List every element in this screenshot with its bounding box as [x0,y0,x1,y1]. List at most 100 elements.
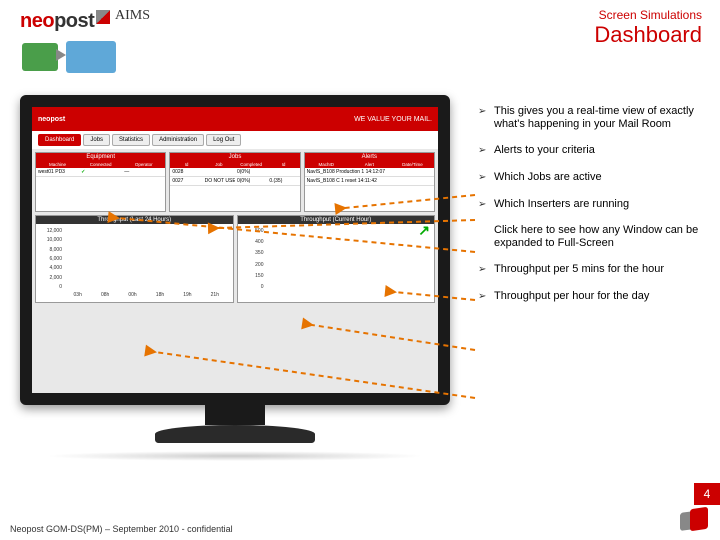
xtick: 18h [146,292,173,302]
table-row: 0028 0(0%) [170,168,299,177]
panel-alerts: Alerts MachID Alert Date/Time NavIS_B108… [304,152,435,212]
nav-jobs[interactable]: Jobs [83,134,110,146]
nav-dashboard[interactable]: Dashboard [38,134,81,146]
bullet-text: Which Jobs are active [494,171,702,184]
stand-neck [205,405,265,425]
col-id2: Id [267,161,299,168]
ytick: 500 [238,228,264,234]
footer-text: Neopost GOM-DS(PM) – September 2010 - co… [10,524,233,534]
col-machine: Machine [36,161,79,168]
col-datetime: Date/Time [391,161,434,168]
logo-part2: post [54,10,94,32]
ytick: 150 [238,273,264,279]
chart-throughput-24h: Throughput (Last 24 Hours) 12,000 10,000… [35,215,234,303]
monitor-stand [170,405,300,455]
graphic-box-green [22,43,58,71]
chart-throughput-hour: Throughput (Current Hour) 500 400 350 20… [237,215,436,303]
panel-equipment-title: Equipment [36,153,165,161]
chart-24h-body: 12,000 10,000 8,000 6,000 4,000 2,000 0 [36,224,233,302]
chart-hour-body: 500 400 350 200 150 0 ↗ [238,224,435,302]
cell: DO NOT USE [203,177,235,185]
bullet-item: ➢Click here to see how any Window can be… [478,224,702,249]
app-nav: Dashboard Jobs Statistics Administration… [32,131,438,149]
bullet-item: ➢Which Inserters are running [478,198,702,211]
cell-machine: west01 PD3 [36,168,79,176]
chart-24h-xaxis: 03h 08h 00h 18h 19h 21h [64,292,229,302]
table-row: NavIS_B108 C 1 reset 14:11:42 [305,177,434,186]
col-connected: Connected [79,161,122,168]
graphic-box-blue [66,41,116,73]
cell [203,168,235,176]
ytick: 8,000 [36,247,62,253]
col-completed: Completed [235,161,267,168]
ytick: 400 [238,239,264,245]
bullet-list: ➢This gives you a real-time view of exac… [478,105,702,317]
xtick: 08h [91,292,118,302]
xtick: 19h [174,292,201,302]
col-machid: MachID [305,161,348,168]
ytick: 12,000 [36,228,62,234]
table-row: 0027 DO NOT USE 0(0%) 0.(35) [170,177,299,186]
bullet-text: This gives you a real-time view of exact… [494,105,702,130]
fullscreen-arrow-icon[interactable]: ↗ [418,222,430,239]
chevron-icon: ➢ [478,144,494,157]
bullet-text: Which Inserters are running [494,198,702,211]
cell-operator: — [122,168,165,176]
bullet-item: ➢Alerts to your criteria [478,144,702,157]
panel-equipment: Equipment Machine Connected Operator wes… [35,152,166,212]
cell: 0(0%) [235,177,267,185]
ytick: 0 [238,284,264,290]
logo-flag-icon [96,10,110,24]
nav-statistics[interactable]: Statistics [112,134,150,146]
chart-24h-title: Throughput (Last 24 Hours) [36,216,233,224]
panel-jobs-title: Jobs [170,153,299,161]
chevron-icon: ➢ [478,290,494,303]
screen: neopost WE VALUE YOUR MAIL. Dashboard Jo… [32,107,438,393]
app-tagline: WE VALUE YOUR MAIL. [354,116,432,123]
corner-logo-red [690,507,708,532]
product-name: AIMS [115,8,150,24]
header-graphic [18,35,138,85]
panel-equipment-cols: Machine Connected Operator [36,161,165,168]
ytick: 350 [238,250,264,256]
check-icon [79,168,122,176]
cell: 0028 [170,168,202,176]
brand-logo: neopost [20,10,110,33]
app-header: neopost WE VALUE YOUR MAIL. [32,107,438,131]
table-row: NavIS_B108 Production 1 14:12:07 [305,168,434,177]
bullet-item: ➢Throughput per 5 mins for the hour [478,263,702,276]
cell: 0027 [170,177,202,185]
ytick: 6,000 [36,256,62,262]
xtick: 03h [64,292,91,302]
page-title: Dashboard [594,22,702,48]
cell: 0(0%) [235,168,267,176]
chevron-icon: ➢ [478,105,494,130]
graphic-arrow-icon [56,49,66,61]
app-logo: neopost [38,116,65,123]
charts-row: Throughput (Last 24 Hours) 12,000 10,000… [32,215,438,306]
bullet-text: Click here to see how any Window can be … [494,224,702,249]
chart-hour-title: Throughput (Current Hour) [238,216,435,224]
chart-hour-yaxis: 500 400 350 200 150 0 [238,228,264,290]
monitor-mockup: neopost WE VALUE YOUR MAIL. Dashboard Jo… [20,95,450,461]
xtick: 21h [201,292,228,302]
chart-24h-bars [64,228,229,290]
bullet-item: ➢Throughput per hour for the day [478,290,702,303]
bullet-text: Throughput per hour for the day [494,290,702,303]
header-right: Screen Simulations Dashboard [594,8,702,48]
panel-alerts-title: Alerts [305,153,434,161]
slide-header: neopost AIMS Screen Simulations Dashboar… [0,0,720,60]
chevron-icon: ➢ [478,171,494,184]
nav-admin[interactable]: Administration [152,134,204,146]
cell [267,168,299,176]
bullet-text: Alerts to your criteria [494,144,702,157]
bullet-text: Throughput per 5 mins for the hour [494,263,702,276]
panel-jobs-cols: Id Job Completed Id [170,161,299,168]
table-row: west01 PD3 — [36,168,165,177]
page-number: 4 [694,483,720,505]
logo-part1: neo [20,10,54,32]
nav-logout[interactable]: Log Out [206,134,241,146]
col-operator: Operator [122,161,165,168]
section-label: Screen Simulations [594,8,702,22]
ytick: 0 [36,284,62,290]
